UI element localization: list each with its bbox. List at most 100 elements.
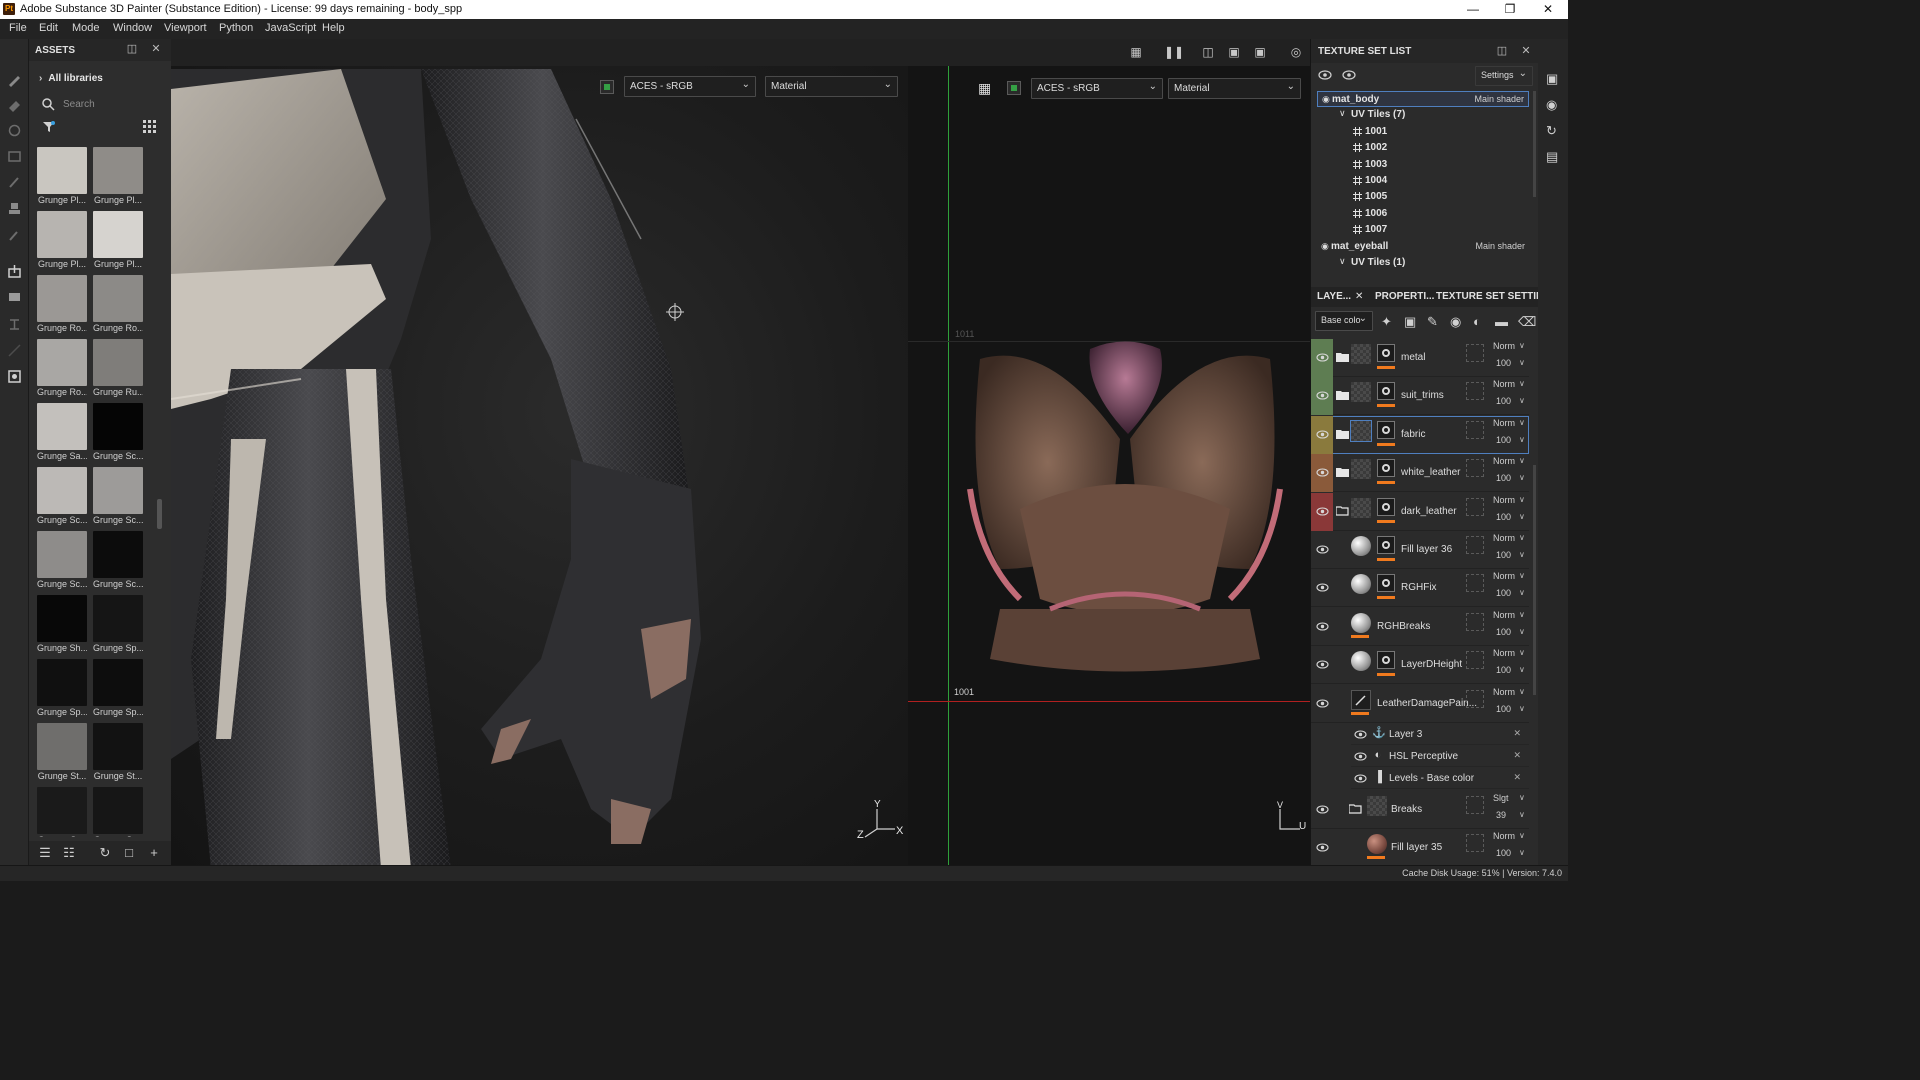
opacity-value[interactable]: 100 bbox=[1496, 550, 1511, 560]
eye-icon[interactable]: ◉ bbox=[1321, 241, 1329, 252]
delete-layer-icon[interactable]: ⌫ bbox=[1518, 314, 1536, 330]
add-mask-icon[interactable]: ▣ bbox=[1404, 314, 1416, 330]
blend-mode-dropdown[interactable]: Slgt bbox=[1493, 793, 1509, 803]
eye-icon[interactable] bbox=[1316, 697, 1329, 710]
eye-icon[interactable] bbox=[1316, 505, 1329, 518]
chevron-down-icon[interactable]: ∨ bbox=[1519, 571, 1525, 580]
menu-edit[interactable]: Edit bbox=[39, 22, 58, 34]
blend-mode-dropdown[interactable]: Norm bbox=[1493, 456, 1515, 466]
eye-icon[interactable] bbox=[1316, 620, 1329, 633]
opacity-value[interactable]: 100 bbox=[1496, 665, 1511, 675]
add-folder-icon[interactable]: ▬ bbox=[1495, 314, 1508, 329]
chevron-down-icon[interactable]: ∨ bbox=[1519, 648, 1525, 657]
uv-tile-item[interactable]: 1002 bbox=[1317, 140, 1529, 156]
uv-grid-icon[interactable]: ▦ bbox=[978, 80, 991, 97]
polygon-fill-icon[interactable] bbox=[6, 316, 23, 333]
smudge-icon[interactable] bbox=[6, 174, 23, 191]
remove-effect-icon[interactable]: ✕ bbox=[1513, 750, 1521, 761]
asset-thumbnail[interactable]: Grunge Ro... bbox=[37, 339, 87, 397]
chevron-down-icon[interactable]: ∨ bbox=[1519, 435, 1525, 444]
layer-row[interactable]: white_leather Norm ∨ 100 ∨ bbox=[1311, 454, 1529, 493]
bake-icon[interactable] bbox=[6, 263, 23, 280]
mask-icon[interactable] bbox=[1377, 459, 1395, 478]
chevron-down-icon[interactable]: ∨ bbox=[1519, 610, 1525, 619]
geometry-mask-icon[interactable] bbox=[6, 148, 23, 165]
mask-icon[interactable] bbox=[1377, 536, 1395, 554]
shader-settings-icon[interactable]: ◉ bbox=[1546, 97, 1557, 113]
display-settings-icon[interactable]: ▣ bbox=[1546, 71, 1558, 87]
asset-thumbnail[interactable]: Grunge Ru... bbox=[93, 339, 143, 397]
asset-thumbnail[interactable]: Grunge Sc... bbox=[93, 531, 143, 589]
chevron-down-icon[interactable]: ∨ bbox=[1519, 512, 1525, 521]
uv-tile-item[interactable]: 1005 bbox=[1317, 189, 1529, 205]
asset-thumbnail[interactable]: Grunge Pl... bbox=[93, 211, 143, 269]
eye-icon[interactable] bbox=[1354, 772, 1367, 785]
asset-thumbnail[interactable]: Grunge Sp... bbox=[37, 659, 87, 717]
measure-icon[interactable] bbox=[6, 342, 23, 359]
uv-tile-item[interactable]: 1004 bbox=[1317, 173, 1529, 189]
layer-row[interactable]: fabric Norm ∨ 100 ∨ bbox=[1311, 415, 1529, 454]
effect-row[interactable]: ⚓ Layer 3 ✕ bbox=[1351, 723, 1529, 745]
remove-effect-icon[interactable]: ✕ bbox=[1513, 772, 1521, 783]
remove-effect-icon[interactable]: ✕ bbox=[1513, 728, 1521, 739]
colorspace-dropdown-left[interactable]: ACES - sRGB ⌄ bbox=[624, 76, 756, 97]
asset-thumbnail[interactable]: Grunge St... bbox=[93, 787, 143, 837]
material-mode-dropdown-right[interactable]: Material ⌄ bbox=[1168, 78, 1301, 99]
asset-thumbnail[interactable]: Grunge Pl... bbox=[93, 147, 143, 205]
eye-icon[interactable] bbox=[1354, 750, 1367, 763]
chevron-down-icon[interactable]: ∨ bbox=[1519, 473, 1525, 482]
texture-set-item[interactable]: ◉ mat_eyeball Main shader bbox=[1317, 239, 1529, 255]
mask-icon[interactable] bbox=[1377, 497, 1395, 516]
effect-row[interactable]: ◐ HSL Perceptive ✕ bbox=[1351, 745, 1529, 767]
folder-icon[interactable] bbox=[1336, 352, 1349, 362]
add-smart-material-icon[interactable]: ◐ bbox=[1473, 314, 1481, 329]
opacity-value[interactable]: 100 bbox=[1496, 435, 1511, 445]
chevron-down-icon[interactable]: ∨ bbox=[1519, 704, 1525, 713]
layer-row[interactable]: RGHBreaks Norm ∨ 100 ∨ bbox=[1311, 608, 1529, 646]
display-3d-icon[interactable]: ▣ bbox=[1226, 44, 1242, 60]
folder-icon[interactable] bbox=[1336, 467, 1349, 478]
projection-icon[interactable] bbox=[6, 122, 23, 139]
menu-help[interactable]: Help bbox=[322, 22, 345, 34]
tab-layers[interactable]: LAYE... bbox=[1317, 291, 1351, 302]
channel-dropdown[interactable]: Base colo ⌄ bbox=[1315, 311, 1373, 331]
folder-open-icon[interactable] bbox=[1335, 505, 1349, 516]
colorspace-dropdown-right[interactable]: ACES - sRGB ⌄ bbox=[1031, 78, 1163, 99]
folder-icon[interactable] bbox=[1336, 429, 1349, 439]
uv-tile-item[interactable]: 1001 bbox=[1317, 124, 1529, 140]
asset-thumbnail[interactable]: Grunge Sa... bbox=[37, 403, 87, 461]
layer-row[interactable]: suit_trims Norm ∨ 100 ∨ bbox=[1311, 377, 1529, 416]
opacity-value[interactable]: 100 bbox=[1496, 627, 1511, 637]
mask-icon[interactable] bbox=[1377, 574, 1395, 593]
asset-thumbnail[interactable]: Grunge Pl... bbox=[37, 147, 87, 205]
viewport-2d[interactable]: 1011 1001 V U bbox=[908, 39, 1310, 865]
opacity-value[interactable]: 100 bbox=[1496, 358, 1511, 368]
new-window-icon[interactable]: □ bbox=[121, 845, 137, 861]
opacity-value[interactable]: 100 bbox=[1496, 588, 1511, 598]
asset-thumbnail[interactable]: Grunge St... bbox=[37, 787, 87, 837]
chevron-down-icon[interactable]: ∨ bbox=[1519, 627, 1525, 636]
refresh-icon[interactable]: ↻ bbox=[97, 845, 113, 861]
layer-row[interactable]: Fill layer 36 Norm ∨ 100 ∨ bbox=[1311, 531, 1529, 569]
chevron-down-icon[interactable]: ∨ bbox=[1519, 418, 1525, 427]
blend-mode-dropdown[interactable]: Norm bbox=[1493, 379, 1515, 389]
camera-icon[interactable]: ▣ bbox=[1252, 44, 1268, 60]
asset-thumbnail[interactable]: Grunge St... bbox=[93, 723, 143, 781]
chevron-down-icon[interactable]: ∨ bbox=[1519, 379, 1525, 388]
blend-mode-dropdown[interactable]: Norm bbox=[1493, 341, 1515, 351]
menu-mode[interactable]: Mode bbox=[72, 22, 100, 34]
chevron-down-icon[interactable]: ∨ bbox=[1519, 588, 1525, 597]
opacity-value[interactable]: 100 bbox=[1496, 704, 1511, 714]
eye-icon[interactable] bbox=[1354, 728, 1367, 741]
layer-row[interactable]: LayerDHeight Norm ∨ 100 ∨ bbox=[1311, 646, 1529, 685]
chevron-down-icon[interactable]: ∨ bbox=[1519, 831, 1525, 840]
eye-icon[interactable] bbox=[1316, 466, 1329, 479]
float-panel-icon[interactable]: ◫ bbox=[1496, 45, 1508, 57]
blend-mode-dropdown[interactable]: Norm bbox=[1493, 648, 1515, 658]
layer-row[interactable]: Fill layer 35 Norm ∨ 100 ∨ bbox=[1311, 829, 1529, 863]
blend-mode-dropdown[interactable]: Norm bbox=[1493, 495, 1515, 505]
eye-icon[interactable] bbox=[1316, 351, 1329, 364]
chevron-down-icon[interactable]: ∨ bbox=[1519, 848, 1525, 857]
eye-icon[interactable] bbox=[1316, 841, 1329, 854]
viewport-display-icon[interactable] bbox=[600, 80, 614, 94]
